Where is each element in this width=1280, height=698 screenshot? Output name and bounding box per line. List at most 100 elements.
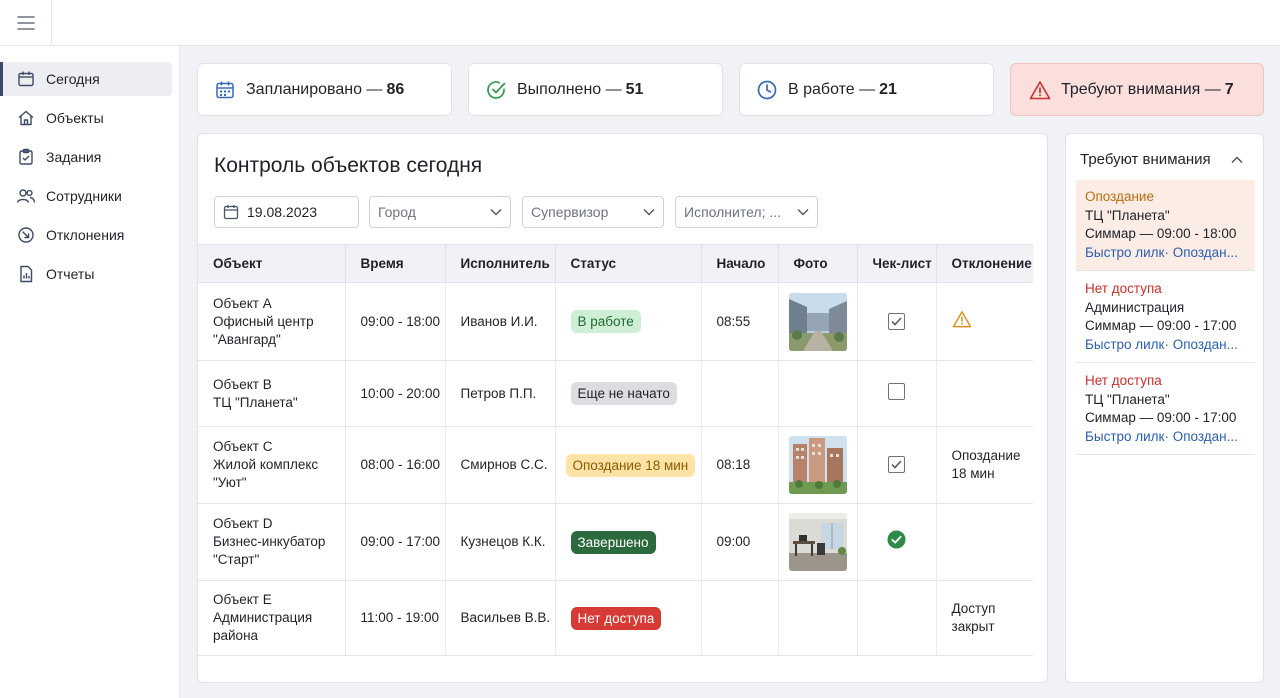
object-code: Объект A [213, 295, 272, 311]
column-header-time[interactable]: Время [345, 244, 446, 283]
status-badge: В работе [570, 310, 641, 333]
checklist-checkbox-checked[interactable] [887, 312, 905, 330]
object-photo-thumbnail[interactable] [788, 292, 847, 351]
table-row[interactable]: Объект A Офисный центр "Авангард" 09:00 … [198, 282, 1033, 361]
cell-photo [778, 426, 858, 504]
cell-time: 08:00 - 16:00 [345, 426, 446, 504]
sidebar-item-label: Задания [46, 149, 102, 165]
status-badge: Нет доступа [570, 606, 662, 630]
attention-item-type: Нет доступа [1085, 281, 1162, 296]
attention-item-place: ТЦ "Планета" [1085, 391, 1170, 407]
attention-panel: Требуют внимания Опоздание ТЦ "Планета" … [1065, 133, 1264, 683]
attention-item-detail: Симмар — 09:00 - 17:00 [1085, 318, 1237, 333]
cell-deviation: Доступ закрыт [936, 580, 1033, 656]
sidebar-item-label: Отчеты [46, 266, 95, 282]
cell-deviation: Опоздание 18 мин [936, 426, 1033, 504]
stat-value: 21 [879, 80, 897, 98]
cell-status: Еще не начато [555, 360, 702, 427]
chevron-down-icon [797, 209, 809, 216]
attention-item-link[interactable]: Быстро лилк· Опоздан... [1085, 428, 1246, 447]
city-select[interactable]: Город [369, 196, 511, 228]
sidebar-item-employees[interactable]: Сотрудники [0, 179, 172, 213]
clipboard-check-icon [16, 147, 36, 167]
column-header-checklist[interactable]: Чек-лист [857, 244, 937, 283]
attention-item[interactable]: Нет доступа Администрация Симмар — 09:00… [1076, 272, 1255, 363]
home-icon [16, 108, 36, 128]
cell-executor: Васильев В.В. [445, 580, 556, 656]
object-code: Объект E [213, 592, 272, 607]
table-row[interactable]: Объект D Бизнес-инкубатор "Старт" 09:00 … [198, 503, 1033, 581]
stat-value: 86 [386, 80, 405, 98]
cell-deviation [936, 503, 1033, 581]
deviation-icon [16, 225, 36, 245]
cell-object: Объект C Жилой комплекс "Уют" [198, 426, 346, 504]
attention-item[interactable]: Опоздание ТЦ "Планета" Симмар — 09:00 - … [1076, 180, 1255, 271]
sidebar-item-label: Сотрудники [46, 188, 122, 204]
checklist-checkbox-unchecked[interactable] [887, 382, 905, 400]
object-name: "Авангард" [213, 331, 281, 347]
attention-item[interactable]: Нет доступа ТЦ "Планета" Симмар — 09:00 … [1076, 364, 1255, 455]
attention-item-type: Нет доступа [1085, 373, 1162, 388]
check-circle-filled-icon[interactable] [887, 530, 906, 549]
cell-photo [778, 282, 858, 361]
sidebar-item-tasks[interactable]: Задания [0, 140, 172, 174]
stat-card-in-progress[interactable]: В работе —21 [739, 63, 994, 116]
status-badge: Еще не начато [570, 382, 677, 405]
sidebar: Сегодня Объекты Задания Сотрудники Откло… [0, 46, 180, 698]
date-filter[interactable]: 19.08.2023 [214, 196, 359, 228]
executor-select-value: Исполнител; ... [684, 204, 782, 220]
object-photo-thumbnail[interactable] [788, 436, 847, 494]
top-bar [0, 0, 1280, 46]
stat-card-attention[interactable]: Требуют внимания —7 [1010, 63, 1264, 116]
cell-status: Нет доступа [555, 580, 702, 656]
attention-item-place: ТЦ "Планета" [1085, 207, 1170, 223]
page-title: Контроль объектов сегодня [214, 154, 483, 177]
chevron-up-icon[interactable] [1229, 152, 1245, 168]
sidebar-item-reports[interactable]: Отчеты [0, 257, 172, 291]
column-header-status[interactable]: Статус [555, 244, 702, 283]
cell-status: В работе [555, 282, 702, 361]
table-header-row: Объект Время Исполнитель Статус Начало Ф… [198, 244, 1033, 283]
attention-panel-title: Требуют внимания [1080, 151, 1211, 168]
attention-item-link[interactable]: Быстро лилк· Опоздан... [1085, 244, 1246, 263]
stat-card-completed[interactable]: Выполнено —51 [468, 63, 723, 116]
cell-start: 08:18 [701, 426, 779, 504]
cell-status: Завершено [555, 503, 702, 581]
supervisor-select[interactable]: Супервизор [522, 196, 664, 228]
object-name: Администрация [213, 610, 313, 625]
executor-select[interactable]: Исполнител; ... [675, 196, 818, 228]
cell-checklist [857, 580, 937, 656]
calendar-icon [223, 205, 239, 220]
object-code: Объект D [213, 516, 273, 531]
table-row[interactable]: Объект E Администрация района 11:00 - 19… [198, 580, 1033, 656]
objects-table: Объект Время Исполнитель Статус Начало Ф… [198, 244, 1033, 656]
column-header-deviation[interactable]: Отклонение [936, 244, 1033, 283]
cell-executor: Смирнов С.С. [445, 426, 556, 504]
users-icon [16, 186, 36, 206]
status-badge: Завершено [570, 530, 656, 554]
sidebar-item-today[interactable]: Сегодня [0, 62, 172, 96]
sidebar-item-deviations[interactable]: Отклонения [0, 218, 172, 252]
column-header-photo[interactable]: Фото [778, 244, 858, 283]
stat-value: 51 [625, 80, 644, 98]
sidebar-item-objects[interactable]: Объекты [0, 101, 172, 135]
menu-button[interactable] [0, 0, 52, 46]
object-name: Офисный центр [213, 313, 314, 329]
cell-checklist [857, 426, 937, 504]
attention-item-link[interactable]: Быстро лилк· Опоздан... [1085, 336, 1246, 355]
table-row[interactable]: Объект B ТЦ "Планета" 10:00 - 20:00 Петр… [198, 360, 1033, 427]
stat-card-planned[interactable]: Запланировано —86 [197, 63, 452, 116]
calendar-icon [214, 79, 236, 101]
column-header-executor[interactable]: Исполнитель [445, 244, 556, 283]
column-header-start[interactable]: Начало [701, 244, 779, 283]
attention-item-detail: Симмар — 09:00 - 18:00 [1085, 226, 1237, 241]
warning-icon [952, 311, 971, 328]
warning-icon [1029, 79, 1051, 101]
object-photo-thumbnail[interactable] [788, 513, 847, 571]
column-header-object[interactable]: Объект [198, 244, 346, 283]
cell-checklist [857, 282, 937, 361]
checklist-checkbox-checked[interactable] [887, 456, 905, 473]
cell-photo [778, 360, 858, 427]
table-row[interactable]: Объект C Жилой комплекс "Уют" 08:00 - 16… [198, 426, 1033, 504]
cell-executor: Петров П.П. [445, 360, 556, 427]
